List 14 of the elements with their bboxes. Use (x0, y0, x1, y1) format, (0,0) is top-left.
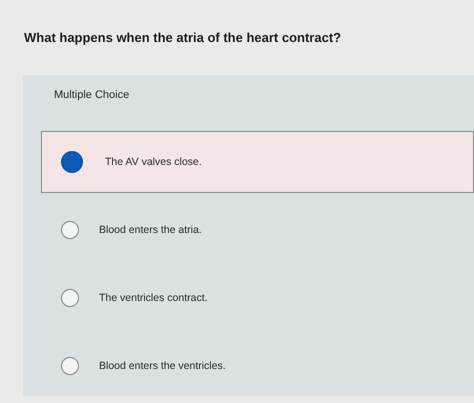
question-text: What happens when the atria of the heart contract? (23, 30, 342, 45)
answer-option[interactable]: The ventricles contract. (41, 267, 474, 329)
option-text: The AV valves close. (105, 156, 202, 168)
radio-button[interactable] (61, 357, 79, 375)
question-type-label: Multiple Choice (53, 89, 130, 101)
option-text: Blood enters the atria. (99, 224, 202, 236)
option-text: The ventricles contract. (99, 292, 208, 304)
answer-option[interactable]: The AV valves close. (41, 131, 474, 193)
radio-button[interactable] (61, 221, 79, 239)
option-text: Blood enters the ventricles. (99, 360, 226, 372)
radio-button[interactable] (61, 151, 83, 173)
radio-button[interactable] (61, 289, 79, 307)
answer-option[interactable]: Blood enters the atria. (41, 199, 474, 261)
answer-option[interactable]: Blood enters the ventricles. (41, 335, 474, 397)
